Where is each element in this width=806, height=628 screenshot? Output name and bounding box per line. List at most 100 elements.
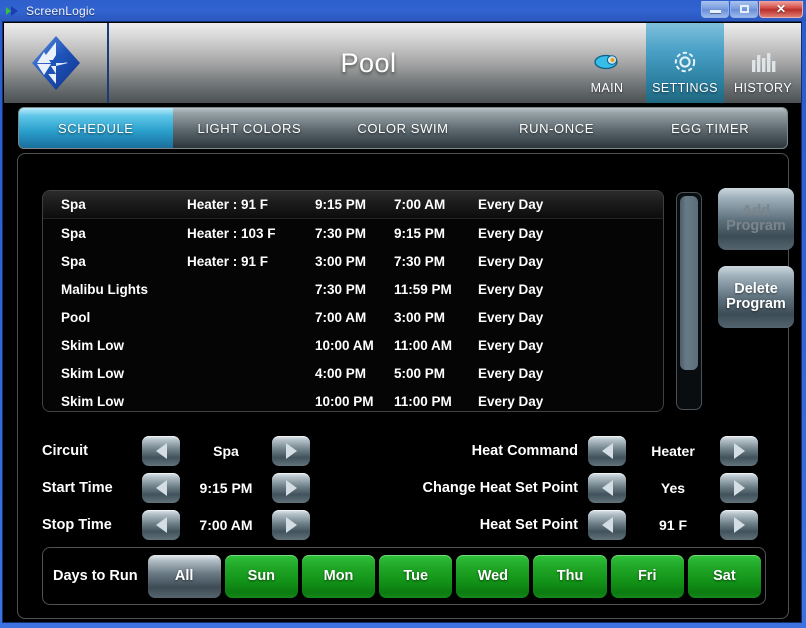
add-program-button[interactable]: Add Program bbox=[718, 188, 794, 250]
window-titlebar: ScreenLogic ✕ bbox=[0, 0, 806, 21]
tab-egg-timer[interactable]: EGG TIMER bbox=[633, 108, 787, 148]
day-button-tue[interactable]: Tue bbox=[379, 554, 453, 598]
table-row[interactable]: Skim Low 10:00 PM 11:00 PM Every Day bbox=[43, 387, 663, 411]
window-controls: ✕ bbox=[701, 1, 803, 18]
table-row[interactable]: Spa Heater : 103 F 7:30 PM 9:15 PM Every… bbox=[43, 219, 663, 247]
tab-run-once[interactable]: RUN-ONCE bbox=[480, 108, 634, 148]
scrollbar-thumb[interactable] bbox=[680, 196, 698, 370]
table-row[interactable]: Skim Low 4:00 PM 5:00 PM Every Day bbox=[43, 359, 663, 387]
cell-start-time: 7:00 AM bbox=[315, 309, 367, 325]
cell-stop-time: 7:30 PM bbox=[394, 253, 446, 269]
nav-item-main[interactable]: MAIN bbox=[568, 23, 646, 103]
table-row[interactable]: Pool 7:00 AM 3:00 PM Every Day bbox=[43, 303, 663, 331]
cell-circuit: Skim Low bbox=[61, 393, 125, 409]
nav-item-settings[interactable]: SETTINGS bbox=[646, 23, 724, 103]
tabstrip: SCHEDULE LIGHT COLORS COLOR SWIM RUN-ONC… bbox=[18, 107, 788, 149]
cell-days-to-run: Every Day bbox=[478, 197, 544, 212]
cell-circuit: Skim Low bbox=[61, 365, 125, 381]
editor-row-heat-set-point: Heat Set Point 91 F bbox=[380, 509, 758, 541]
value-heat-set-point: 91 F bbox=[658, 517, 687, 533]
pentair-diamond-logo bbox=[30, 34, 82, 92]
window-title: ScreenLogic bbox=[26, 3, 95, 18]
maximize-icon bbox=[739, 5, 749, 13]
arrow-right-icon bbox=[285, 443, 297, 459]
stop-time-prev-button[interactable] bbox=[142, 510, 180, 540]
label-stop-time: Stop Time bbox=[42, 517, 112, 533]
circuit-next-button[interactable] bbox=[272, 436, 310, 466]
day-button-thu[interactable]: Thu bbox=[533, 554, 607, 598]
editor-row-stop-time: Stop Time 7:00 AM bbox=[42, 509, 310, 541]
pool-icon bbox=[594, 47, 620, 77]
tabstrip-wrapper: SCHEDULE LIGHT COLORS COLOR SWIM RUN-ONC… bbox=[4, 107, 801, 151]
arrow-left-icon bbox=[155, 443, 167, 459]
day-button-all[interactable]: All bbox=[147, 554, 221, 598]
bar-chart-icon bbox=[749, 47, 777, 77]
nav-item-history[interactable]: HISTORY bbox=[724, 23, 801, 103]
table-row[interactable]: Spa Heater : 91 F 9:15 PM 7:00 AM Every … bbox=[43, 191, 663, 219]
cell-stop-time: 11:59 PM bbox=[394, 281, 452, 297]
minimize-icon bbox=[709, 10, 721, 13]
cell-start-time: 3:00 PM bbox=[315, 253, 367, 269]
cell-stop-time: 11:00 AM bbox=[394, 337, 453, 353]
arrow-right-icon bbox=[733, 517, 745, 533]
cell-stop-time: 5:00 PM bbox=[394, 365, 446, 381]
cell-start-time: 9:15 PM bbox=[315, 197, 367, 212]
tab-schedule[interactable]: SCHEDULE bbox=[19, 108, 173, 148]
maximize-button[interactable] bbox=[730, 1, 758, 18]
arrow-left-icon bbox=[601, 480, 613, 496]
add-program-label-line1: Add bbox=[741, 202, 771, 219]
app-body: Pool MAIN SETTINGS HISTORY SCHEDULE LIGH… bbox=[2, 21, 802, 623]
day-button-fri[interactable]: Fri bbox=[610, 554, 684, 598]
cell-start-time: 10:00 AM bbox=[315, 337, 374, 353]
cell-circuit: Pool bbox=[61, 309, 91, 325]
tab-light-colors[interactable]: LIGHT COLORS bbox=[173, 108, 327, 148]
cell-days-to-run: Every Day bbox=[478, 253, 544, 269]
value-stop-time: 7:00 AM bbox=[199, 517, 253, 533]
label-change-heat-set-point: Change Heat Set Point bbox=[422, 480, 579, 496]
app-header: Pool MAIN SETTINGS HISTORY bbox=[4, 23, 801, 105]
circuit-prev-button[interactable] bbox=[142, 436, 180, 466]
table-row[interactable]: Malibu Lights 7:30 PM 11:59 PM Every Day bbox=[43, 275, 663, 303]
close-button[interactable]: ✕ bbox=[759, 1, 803, 18]
title-cell: Pool bbox=[109, 23, 568, 103]
arrow-left-icon bbox=[155, 480, 167, 496]
value-circuit: Spa bbox=[213, 443, 239, 459]
schedule-list[interactable]: Spa Heater : 91 F 9:15 PM 7:00 AM Every … bbox=[42, 190, 664, 412]
cell-heat-command: Heater : 103 F bbox=[187, 225, 276, 241]
day-button-wed[interactable]: Wed bbox=[456, 554, 530, 598]
cell-start-time: 10:00 PM bbox=[315, 393, 374, 409]
label-heat-command: Heat Command bbox=[471, 443, 578, 459]
cell-circuit: Spa bbox=[61, 253, 86, 269]
cell-days-to-run: Every Day bbox=[478, 281, 544, 297]
label-circuit: Circuit bbox=[42, 443, 88, 459]
change-heat-set-point-next-button[interactable] bbox=[720, 473, 758, 503]
cell-days-to-run: Every Day bbox=[478, 393, 544, 409]
cell-heat-command: Heater : 91 F bbox=[187, 197, 269, 212]
nav-label-history: HISTORY bbox=[734, 81, 792, 95]
day-button-sun[interactable]: Sun bbox=[224, 554, 298, 598]
heat-set-point-next-button[interactable] bbox=[720, 510, 758, 540]
minimize-button[interactable] bbox=[701, 1, 729, 18]
heat-command-next-button[interactable] bbox=[720, 436, 758, 466]
day-button-sat[interactable]: Sat bbox=[687, 554, 761, 598]
arrow-left-icon bbox=[601, 443, 613, 459]
table-row[interactable]: Spa Heater : 91 F 3:00 PM 7:30 PM Every … bbox=[43, 247, 663, 275]
heat-set-point-prev-button[interactable] bbox=[588, 510, 626, 540]
heat-command-prev-button[interactable] bbox=[588, 436, 626, 466]
add-program-label-line2: Program bbox=[726, 218, 786, 234]
start-time-prev-button[interactable] bbox=[142, 473, 180, 503]
schedule-scrollbar[interactable] bbox=[676, 192, 702, 410]
day-button-mon[interactable]: Mon bbox=[301, 554, 376, 598]
cell-circuit: Malibu Lights bbox=[61, 281, 148, 297]
start-time-next-button[interactable] bbox=[272, 473, 310, 503]
stop-time-next-button[interactable] bbox=[272, 510, 310, 540]
table-row[interactable]: Skim Low 10:00 AM 11:00 AM Every Day bbox=[43, 331, 663, 359]
value-change-heat-set-point: Yes bbox=[660, 480, 686, 496]
cell-start-time: 4:00 PM bbox=[315, 365, 367, 381]
change-heat-set-point-prev-button[interactable] bbox=[588, 473, 626, 503]
delete-program-label-line2: Program bbox=[726, 296, 786, 312]
tab-color-swim[interactable]: COLOR SWIM bbox=[326, 108, 480, 148]
delete-program-button[interactable]: Delete Program bbox=[718, 266, 794, 328]
cell-heat-command: Heater : 91 F bbox=[187, 253, 269, 269]
cell-days-to-run: Every Day bbox=[478, 225, 544, 241]
